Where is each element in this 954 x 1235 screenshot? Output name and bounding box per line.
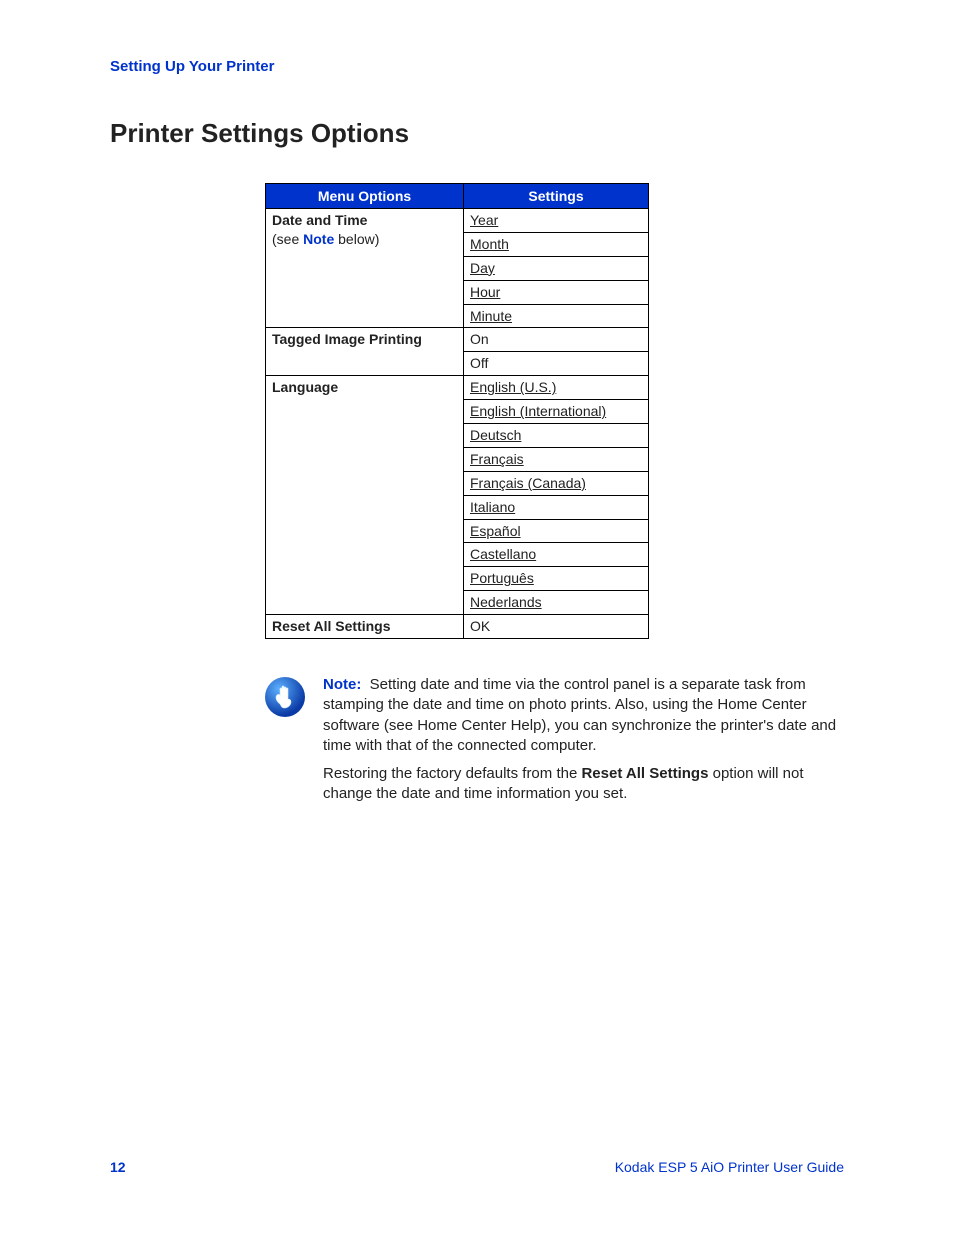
setting-value-cell[interactable]: Nederlands — [464, 591, 649, 615]
menu-option-cell: Language — [266, 376, 464, 615]
page-title: Printer Settings Options — [110, 118, 844, 149]
menu-option-cell: Reset All Settings — [266, 615, 464, 639]
menu-option-extra-post: below) — [334, 231, 379, 247]
note-para2-bold: Reset All Settings — [581, 765, 708, 782]
setting-value-cell[interactable]: Français — [464, 447, 649, 471]
menu-option-name: Reset All Settings — [272, 618, 391, 634]
setting-value-cell[interactable]: Português — [464, 567, 649, 591]
menu-option-cell: Date and Time (see Note below) — [266, 209, 464, 328]
section-header: Setting Up Your Printer — [110, 58, 844, 76]
note-block: Note: Setting date and time via the cont… — [265, 675, 840, 813]
menu-option-name: Tagged Image Printing — [272, 331, 422, 347]
table-row: Reset All Settings OK — [266, 615, 649, 639]
guide-title: Kodak ESP 5 AiO Printer User Guide — [615, 1159, 844, 1175]
setting-value-cell[interactable]: Day — [464, 256, 649, 280]
setting-value-cell[interactable]: Italiano — [464, 495, 649, 519]
settings-table-wrap: Menu Options Settings Date and Time(see … — [265, 183, 844, 639]
setting-value-cell[interactable]: Castellano — [464, 543, 649, 567]
page-number: 12 — [110, 1159, 126, 1175]
note-para1: Setting date and time via the control pa… — [323, 676, 836, 754]
note-label: Note: — [323, 676, 361, 693]
section-header-link[interactable]: Setting Up Your Printer — [110, 58, 274, 75]
setting-value-cell[interactable]: English (U.S.) — [464, 376, 649, 400]
table-row: Date and Time(see Note below)Year — [266, 209, 649, 233]
settings-table: Menu Options Settings Date and Time(see … — [265, 183, 649, 639]
page: Setting Up Your Printer Printer Settings… — [0, 0, 954, 1235]
setting-value-cell[interactable]: English (International) — [464, 400, 649, 424]
setting-value-cell[interactable]: Year — [464, 209, 649, 233]
setting-value-cell[interactable]: Deutsch — [464, 424, 649, 448]
setting-value-cell: Off — [464, 352, 649, 376]
menu-option-extra-pre: (see — [272, 231, 303, 247]
page-footer: 12 Kodak ESP 5 AiO Printer User Guide — [110, 1159, 844, 1175]
setting-value-cell: On — [464, 328, 649, 352]
setting-value-cell[interactable]: Français (Canada) — [464, 471, 649, 495]
setting-value-cell[interactable]: Month — [464, 232, 649, 256]
setting-value-cell[interactable]: Hour — [464, 280, 649, 304]
menu-option-note-link[interactable]: Note — [303, 231, 334, 247]
menu-option-name: Date and Time — [272, 212, 367, 228]
setting-value-cell: OK — [464, 615, 649, 639]
table-row: Tagged Image Printing On — [266, 328, 649, 352]
setting-value-cell[interactable]: Español — [464, 519, 649, 543]
menu-option-cell: Tagged Image Printing — [266, 328, 464, 376]
table-row: Language English (U.S.) — [266, 376, 649, 400]
menu-option-name: Language — [272, 379, 338, 395]
note-icon-wrap — [265, 675, 305, 813]
setting-value-cell[interactable]: Minute — [464, 304, 649, 328]
note-text: Note: Setting date and time via the cont… — [323, 675, 840, 813]
col-header-settings: Settings — [464, 184, 649, 209]
hand-icon — [265, 677, 305, 717]
note-para2a: Restoring the factory defaults from the — [323, 765, 581, 782]
col-header-menu: Menu Options — [266, 184, 464, 209]
